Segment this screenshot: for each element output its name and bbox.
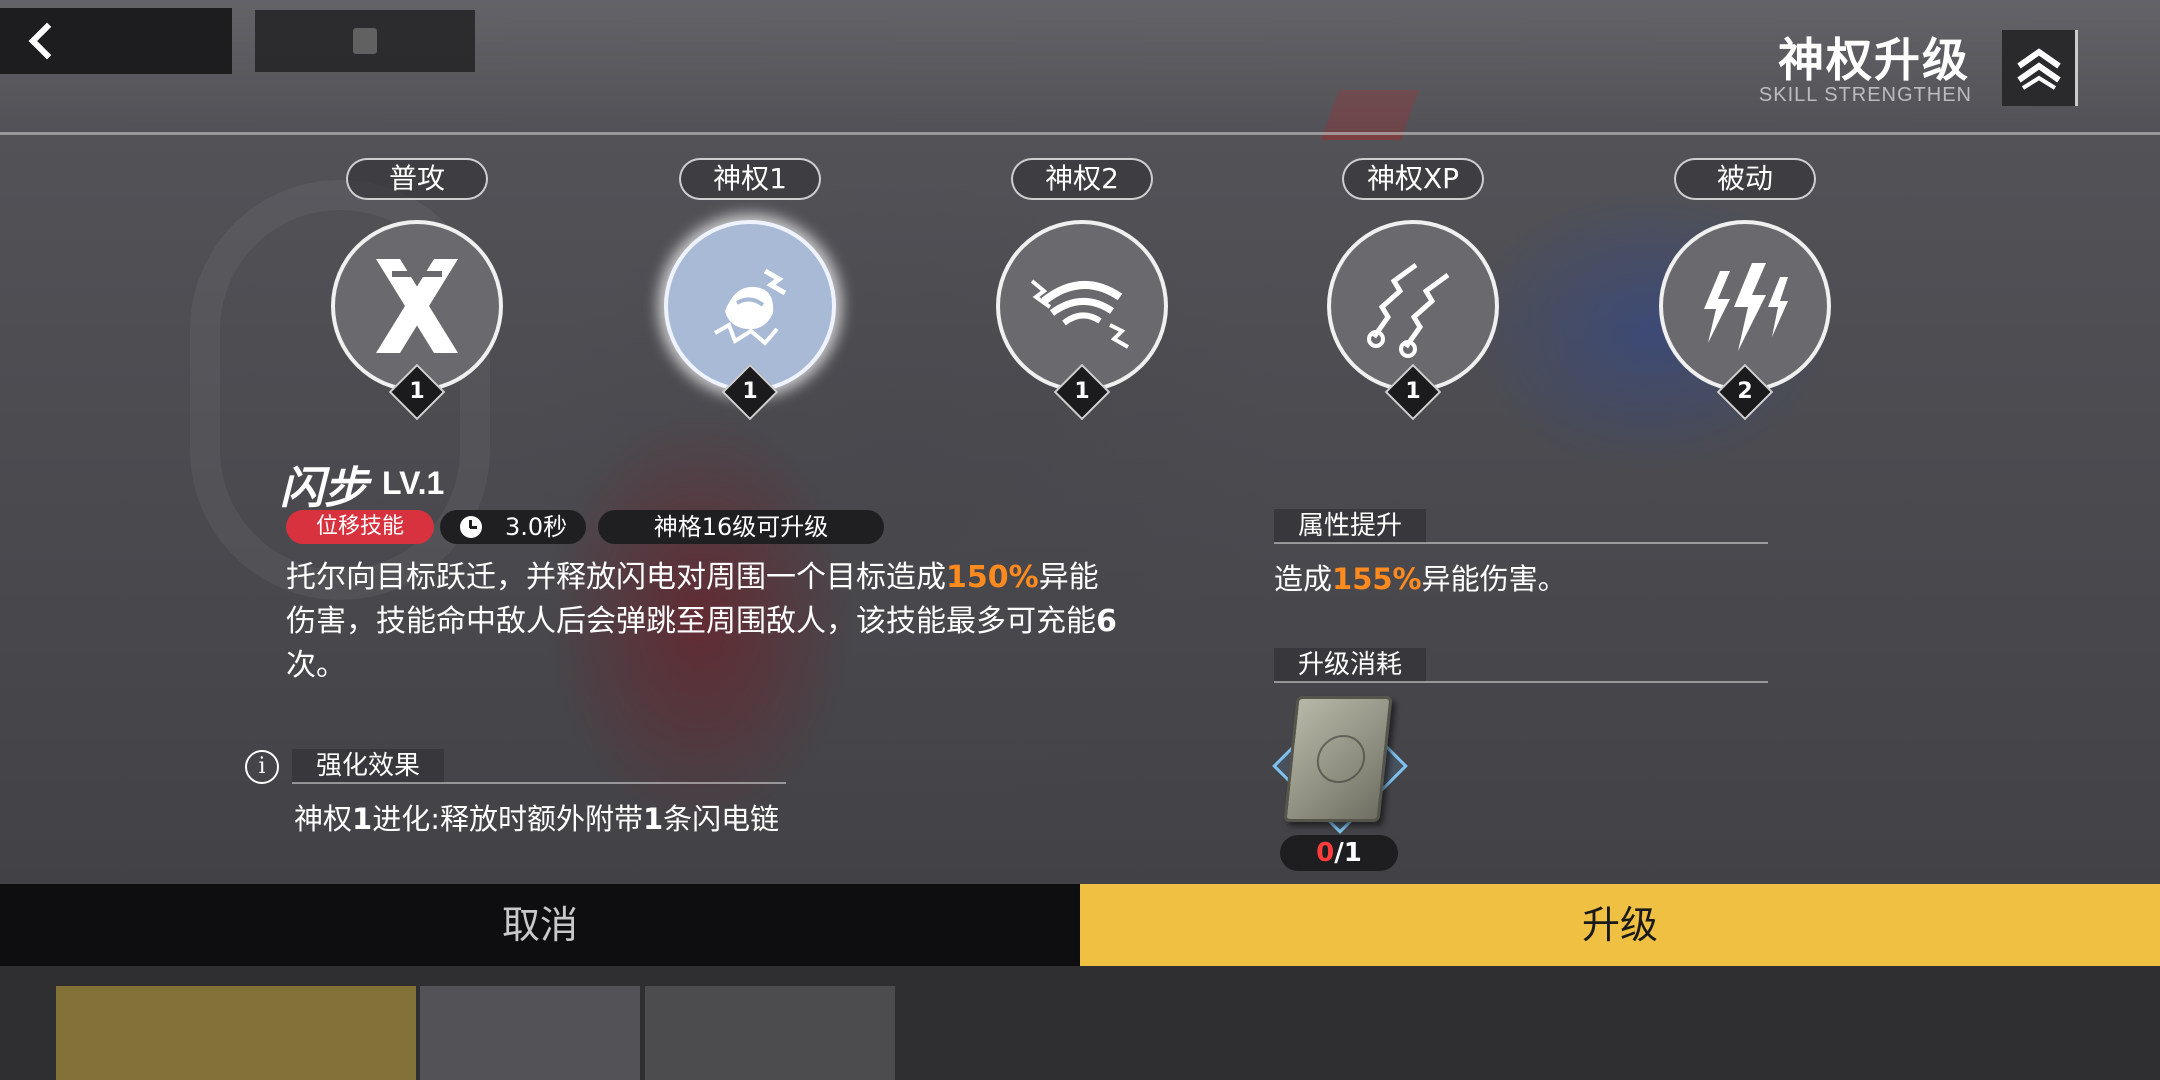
skill-tab-label: 神权2: [1011, 158, 1153, 200]
skill-passive[interactable]: 被动 2: [1650, 158, 1840, 421]
cooldown-value: 3.0秒: [505, 513, 568, 541]
skill-level-badge: 1: [742, 379, 758, 404]
skill-divine-1[interactable]: 神权1 1: [655, 158, 845, 421]
skill-tab-label: 被动: [1674, 158, 1816, 200]
skill-level-badge: 1: [1074, 379, 1090, 404]
chevron-left-icon: [28, 22, 66, 60]
info-icon[interactable]: i: [245, 750, 279, 784]
skill-icon-circle-selected[interactable]: 1: [664, 220, 836, 421]
blurred-bottom-tab: [56, 986, 416, 1080]
divider: [292, 782, 786, 784]
page-subtitle: SKILL STRENGTHEN: [1758, 84, 1972, 106]
skill-icon-circle[interactable]: 1: [1327, 220, 1499, 421]
blurred-bottom-tab: [420, 986, 640, 1080]
skill-level-badge: 1: [1405, 379, 1421, 404]
skill-normal-attack[interactable]: 普攻 1: [322, 158, 512, 421]
blurred-bottom-tab: [645, 986, 895, 1080]
skill-name: 闪步: [280, 463, 368, 514]
skill-level-badge: 2: [1737, 379, 1753, 404]
skill-description: 托尔向目标跃迁，并释放闪电对周围一个目标造成150%异能伤害，技能命中敌人后会弹…: [286, 560, 1117, 683]
enhancement-label: 强化效果: [292, 749, 445, 783]
divider: [1274, 542, 1768, 544]
enhancement-text: 神权1进化:释放时额外附带1条闪电链: [294, 802, 780, 836]
page-title: 神权升级: [1778, 33, 1970, 87]
skill-level-badge: 1: [409, 379, 425, 404]
attribute-label: 属性提升: [1274, 509, 1427, 543]
cancel-button[interactable]: 取消: [0, 884, 1080, 966]
skill-tab-label: 神权XP: [1342, 158, 1484, 200]
skill-icon-circle[interactable]: 1: [996, 220, 1168, 421]
skill-type-tag: 位移技能: [286, 510, 434, 544]
item-count: 0/1: [1280, 835, 1398, 871]
clock-icon: [460, 516, 482, 538]
rank-chevrons-icon[interactable]: [2002, 30, 2078, 106]
skill-divine-2[interactable]: 神权2 1: [987, 158, 1177, 421]
skill-icon-circle[interactable]: 2: [1659, 220, 1831, 421]
rune-book-icon: [1283, 696, 1393, 822]
attribute-text: 造成155%异能伤害。: [1274, 562, 1567, 596]
skill-icon-circle[interactable]: 1: [331, 220, 503, 421]
top-bar: 神权升级 SKILL STRENGTHEN: [0, 0, 2160, 135]
lightning-hammers-icon: [1367, 262, 1450, 358]
lightning-bolts-icon: [1704, 263, 1788, 351]
back-button[interactable]: [0, 8, 232, 74]
skill-divine-xp[interactable]: 神权XP 1: [1318, 158, 1508, 421]
lightning-dash-icon: [714, 268, 787, 346]
upgrade-button[interactable]: 升级: [1080, 884, 2160, 966]
cost-item[interactable]: [1270, 696, 1410, 836]
upgrade-requirement-tag: 神格16级可升级: [598, 510, 884, 544]
blurred-top-tab: [255, 10, 475, 72]
cost-label: 升级消耗: [1274, 648, 1427, 682]
divider: [1274, 681, 1768, 683]
lightning-vortex-icon: [1030, 279, 1129, 349]
skill-tab-label: 普攻: [346, 158, 488, 200]
skill-level: LV.1: [382, 465, 445, 501]
crossed-blades-icon: [376, 259, 458, 353]
cooldown-tag: 3.0秒: [440, 510, 586, 544]
skill-tab-label: 神权1: [679, 158, 821, 200]
